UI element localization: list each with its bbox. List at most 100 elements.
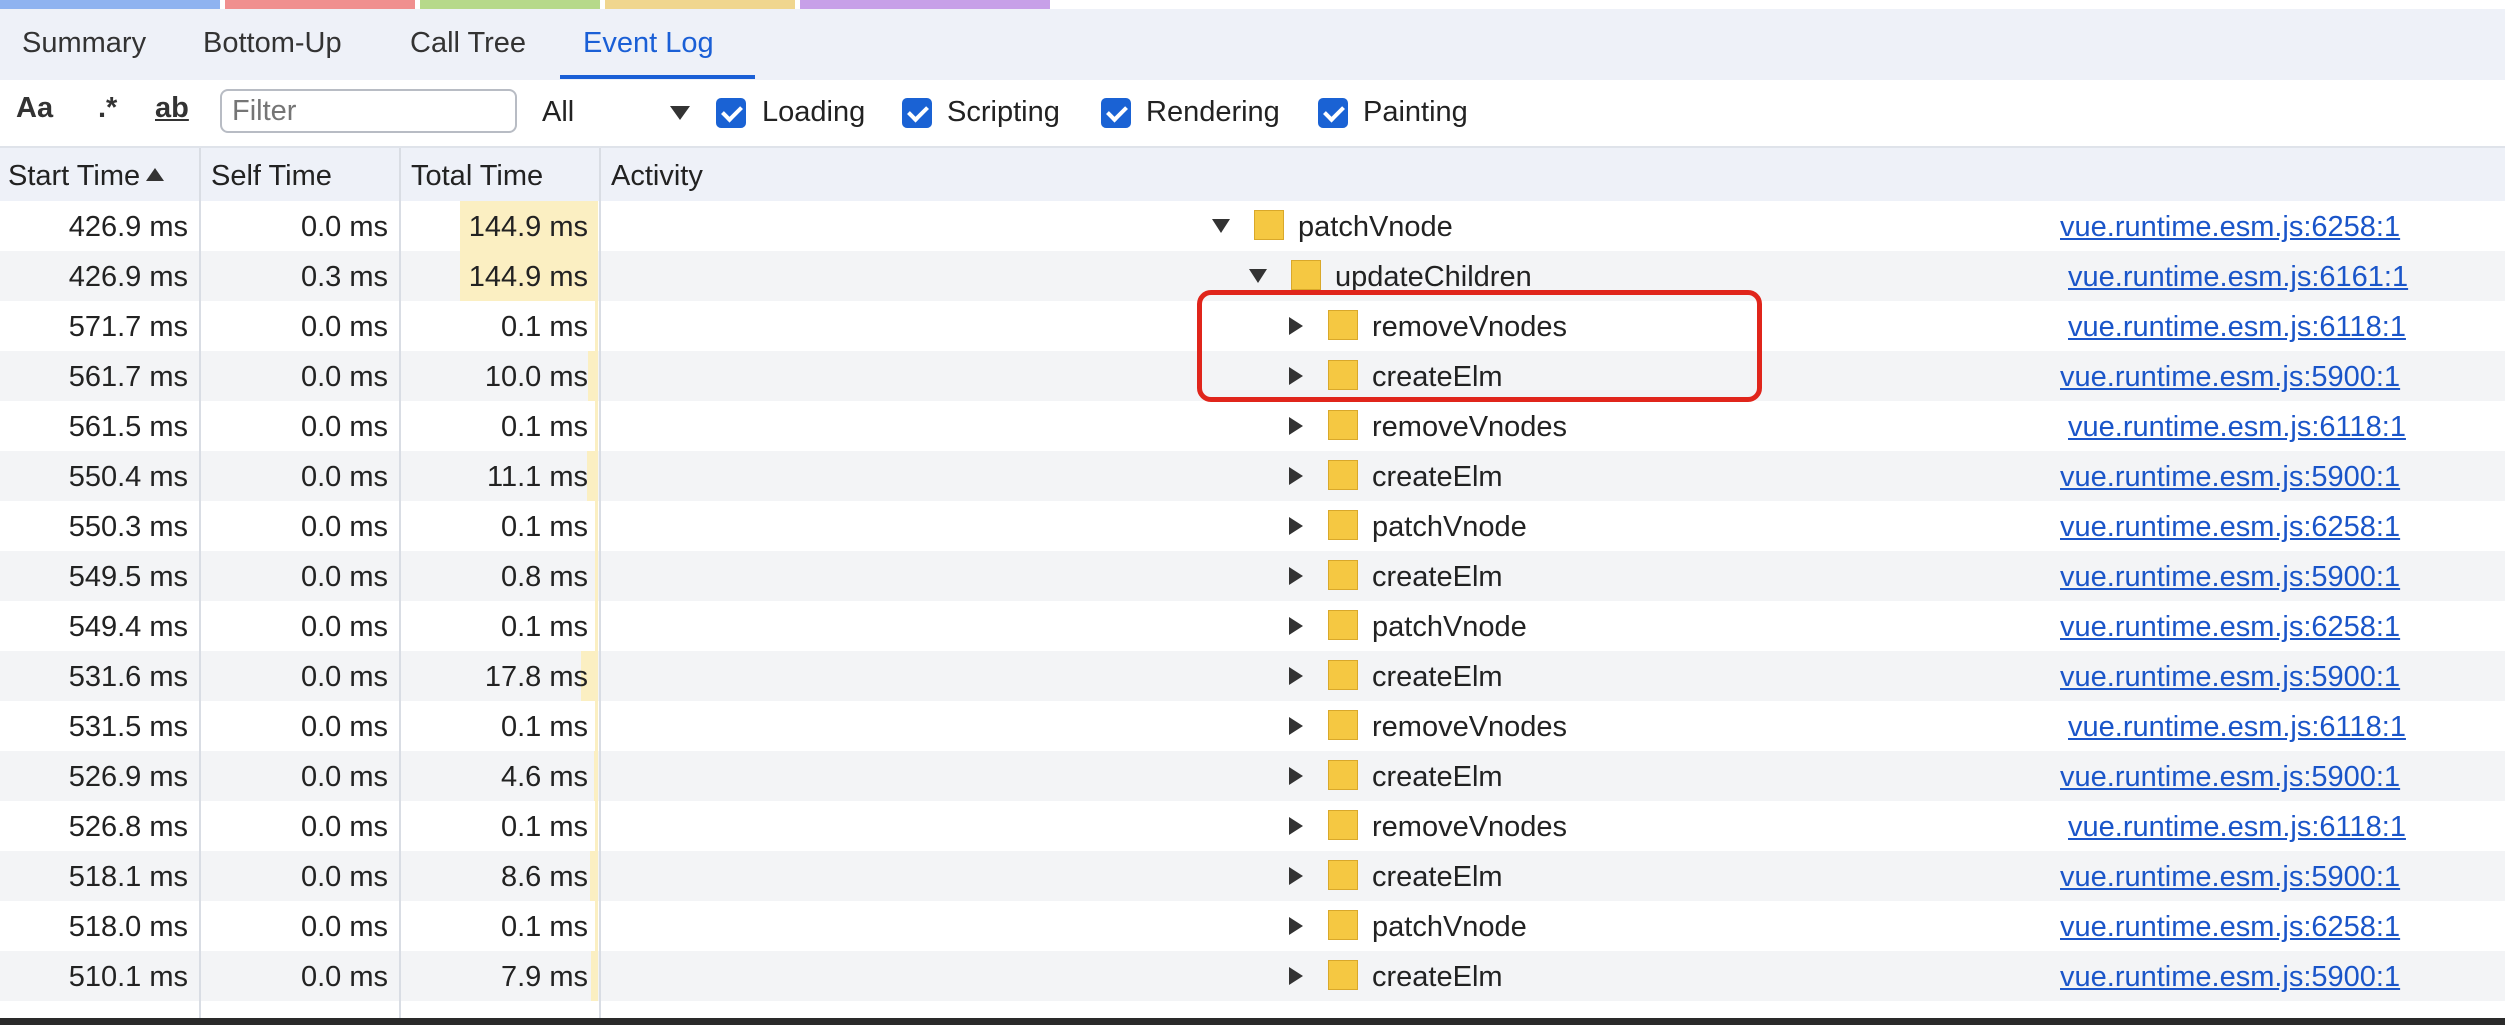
source-link[interactable]: vue.runtime.esm.js:6258:1 (2060, 511, 2400, 544)
scripting-category-icon (1328, 760, 1358, 790)
scripting-category-icon (1328, 610, 1358, 640)
collapsed-triangle-icon[interactable] (1289, 517, 1303, 535)
start-time-cell: 510.1 ms (68, 961, 188, 993)
column-header-self-time[interactable]: Self Time (211, 160, 332, 193)
regex-button[interactable]: .* (98, 92, 117, 125)
collapsed-triangle-icon[interactable] (1289, 967, 1303, 985)
activity-name: patchVnode (1298, 211, 1453, 243)
table-row[interactable]: 518.0 ms 0.0 ms 0.1 ms patchVnode vue.runtim… (0, 901, 2505, 951)
scripting-checkbox-label[interactable]: Scripting (947, 96, 1060, 129)
source-link[interactable]: vue.runtime.esm.js:6118:1 (2068, 811, 2406, 844)
tab-bottom-up[interactable]: Bottom-Up (203, 27, 342, 60)
collapsed-triangle-icon[interactable] (1289, 467, 1303, 485)
collapsed-triangle-icon[interactable] (1289, 617, 1303, 635)
table-row[interactable]: 531.6 ms 0.0 ms 17.8 ms createElm vue.runtim… (0, 651, 2505, 701)
table-row[interactable]: 518.1 ms 0.0 ms 8.6 ms createElm vue.runtime… (0, 851, 2505, 901)
match-case-button[interactable]: Aa (16, 92, 53, 125)
source-link[interactable]: vue.runtime.esm.js:5900:1 (2060, 861, 2400, 894)
legend-swatch-js-heap[interactable] (0, 0, 220, 9)
tab-event-log[interactable]: Event Log (583, 27, 714, 60)
column-header-start-time[interactable]: Start Time (8, 160, 165, 193)
source-link[interactable]: vue.runtime.esm.js:5900:1 (2060, 361, 2400, 394)
source-link[interactable]: vue.runtime.esm.js:6258:1 (2060, 211, 2400, 244)
legend-swatch-listeners[interactable] (605, 0, 795, 9)
tab-call-tree[interactable]: Call Tree (410, 27, 526, 60)
column-divider[interactable] (399, 148, 401, 1025)
whole-word-button[interactable]: ab (155, 92, 189, 125)
source-link[interactable]: vue.runtime.esm.js:5900:1 (2060, 961, 2400, 994)
loading-checkbox-label[interactable]: Loading (762, 96, 865, 129)
collapsed-triangle-icon[interactable] (1289, 817, 1303, 835)
start-time-cell: 550.4 ms (68, 461, 188, 493)
filter-input[interactable] (220, 89, 517, 133)
activity-name: createElm (1372, 661, 1503, 693)
start-time-cell: 549.5 ms (68, 561, 188, 593)
self-time-cell: 0.0 ms (300, 361, 388, 393)
source-link[interactable]: vue.runtime.esm.js:6118:1 (2068, 711, 2406, 744)
category-select-value: All (542, 96, 575, 128)
expanded-triangle-icon[interactable] (1212, 219, 1230, 233)
table-row[interactable]: 549.4 ms 0.0 ms 0.1 ms patchVnode vue.runtim… (0, 601, 2505, 651)
loading-checkbox[interactable] (716, 98, 746, 128)
category-select[interactable]: All (542, 96, 690, 134)
source-link[interactable]: vue.runtime.esm.js:5900:1 (2060, 461, 2400, 494)
total-time-bar (595, 601, 598, 651)
start-time-cell: 526.8 ms (68, 811, 188, 843)
table-row[interactable]: 526.8 ms 0.0 ms 0.1 ms removeVnodes vue.runt… (0, 801, 2505, 851)
rendering-checkbox-label[interactable]: Rendering (1146, 96, 1280, 129)
source-link[interactable]: vue.runtime.esm.js:6118:1 (2068, 311, 2406, 344)
painting-checkbox[interactable] (1318, 98, 1348, 128)
total-time-cell: 0.1 ms (500, 911, 588, 943)
expanded-triangle-icon[interactable] (1249, 269, 1267, 283)
collapsed-triangle-icon[interactable] (1289, 417, 1303, 435)
source-link[interactable]: vue.runtime.esm.js:6258:1 (2060, 611, 2400, 644)
table-row[interactable]: 526.9 ms 0.0 ms 4.6 ms createElm vue.runtime… (0, 751, 2505, 801)
self-time-cell: 0.0 ms (300, 961, 388, 993)
self-time-cell: 0.0 ms (300, 461, 388, 493)
painting-checkbox-label[interactable]: Painting (1363, 96, 1468, 129)
column-header-activity[interactable]: Activity (611, 160, 703, 193)
source-link[interactable]: vue.runtime.esm.js:6258:1 (2060, 911, 2400, 944)
collapsed-triangle-icon[interactable] (1289, 867, 1303, 885)
source-link[interactable]: vue.runtime.esm.js:5900:1 (2060, 561, 2400, 594)
column-divider[interactable] (599, 148, 601, 1025)
source-link[interactable]: vue.runtime.esm.js:5900:1 (2060, 761, 2400, 794)
table-row[interactable]: 426.9 ms 0.0 ms 144.9 ms patchVnode vue.runt… (0, 201, 2505, 251)
source-link[interactable]: vue.runtime.esm.js:6161:1 (2068, 261, 2408, 294)
collapsed-triangle-icon[interactable] (1289, 767, 1303, 785)
self-time-cell: 0.0 ms (300, 411, 388, 443)
collapsed-triangle-icon[interactable] (1289, 667, 1303, 685)
table-row[interactable]: 531.5 ms 0.0 ms 0.1 ms removeVnodes vue.runt… (0, 701, 2505, 751)
column-divider[interactable] (199, 148, 201, 1025)
collapsed-triangle-icon[interactable] (1289, 717, 1303, 735)
scripting-checkbox[interactable] (902, 98, 932, 128)
legend-swatch-gpu-memory[interactable] (800, 0, 1050, 9)
table-row[interactable]: 510.1 ms 0.0 ms 7.9 ms createElm vue.runtime… (0, 951, 2505, 1001)
scripting-category-icon (1328, 660, 1358, 690)
column-header-total-time[interactable]: Total Time (411, 160, 543, 193)
activity-name: createElm (1372, 861, 1503, 893)
self-time-cell: 0.0 ms (300, 661, 388, 693)
collapsed-triangle-icon[interactable] (1289, 567, 1303, 585)
rendering-checkbox[interactable] (1101, 98, 1131, 128)
table-row[interactable]: 549.5 ms 0.0 ms 0.8 ms createElm vue.runtime… (0, 551, 2505, 601)
start-time-cell: 549.4 ms (68, 611, 188, 643)
collapsed-triangle-icon[interactable] (1289, 917, 1303, 935)
table-row[interactable]: 561.5 ms 0.0 ms 0.1 ms removeVnodes vue.runt… (0, 401, 2505, 451)
table-row[interactable]: 550.4 ms 0.0 ms 11.1 ms createElm vue.runtim… (0, 451, 2505, 501)
source-link[interactable]: vue.runtime.esm.js:6118:1 (2068, 411, 2406, 444)
category-legend-strip (0, 0, 2505, 9)
table-row[interactable]: 550.3 ms 0.0 ms 0.1 ms patchVnode vue.runtim… (0, 501, 2505, 551)
scripting-category-icon (1328, 910, 1358, 940)
self-time-cell: 0.0 ms (300, 611, 388, 643)
tab-summary[interactable]: Summary (22, 27, 146, 60)
scripting-category-icon (1291, 260, 1321, 290)
legend-swatch-documents[interactable] (225, 0, 415, 9)
scripting-category-icon (1254, 210, 1284, 240)
source-link[interactable]: vue.runtime.esm.js:5900:1 (2060, 661, 2400, 694)
legend-swatch-nodes[interactable] (420, 0, 600, 9)
scripting-category-icon (1328, 560, 1358, 590)
total-time-bar (595, 801, 598, 851)
scripting-category-icon (1328, 810, 1358, 840)
table-header: Start Time Self Time Total Time Activity (0, 148, 2505, 203)
